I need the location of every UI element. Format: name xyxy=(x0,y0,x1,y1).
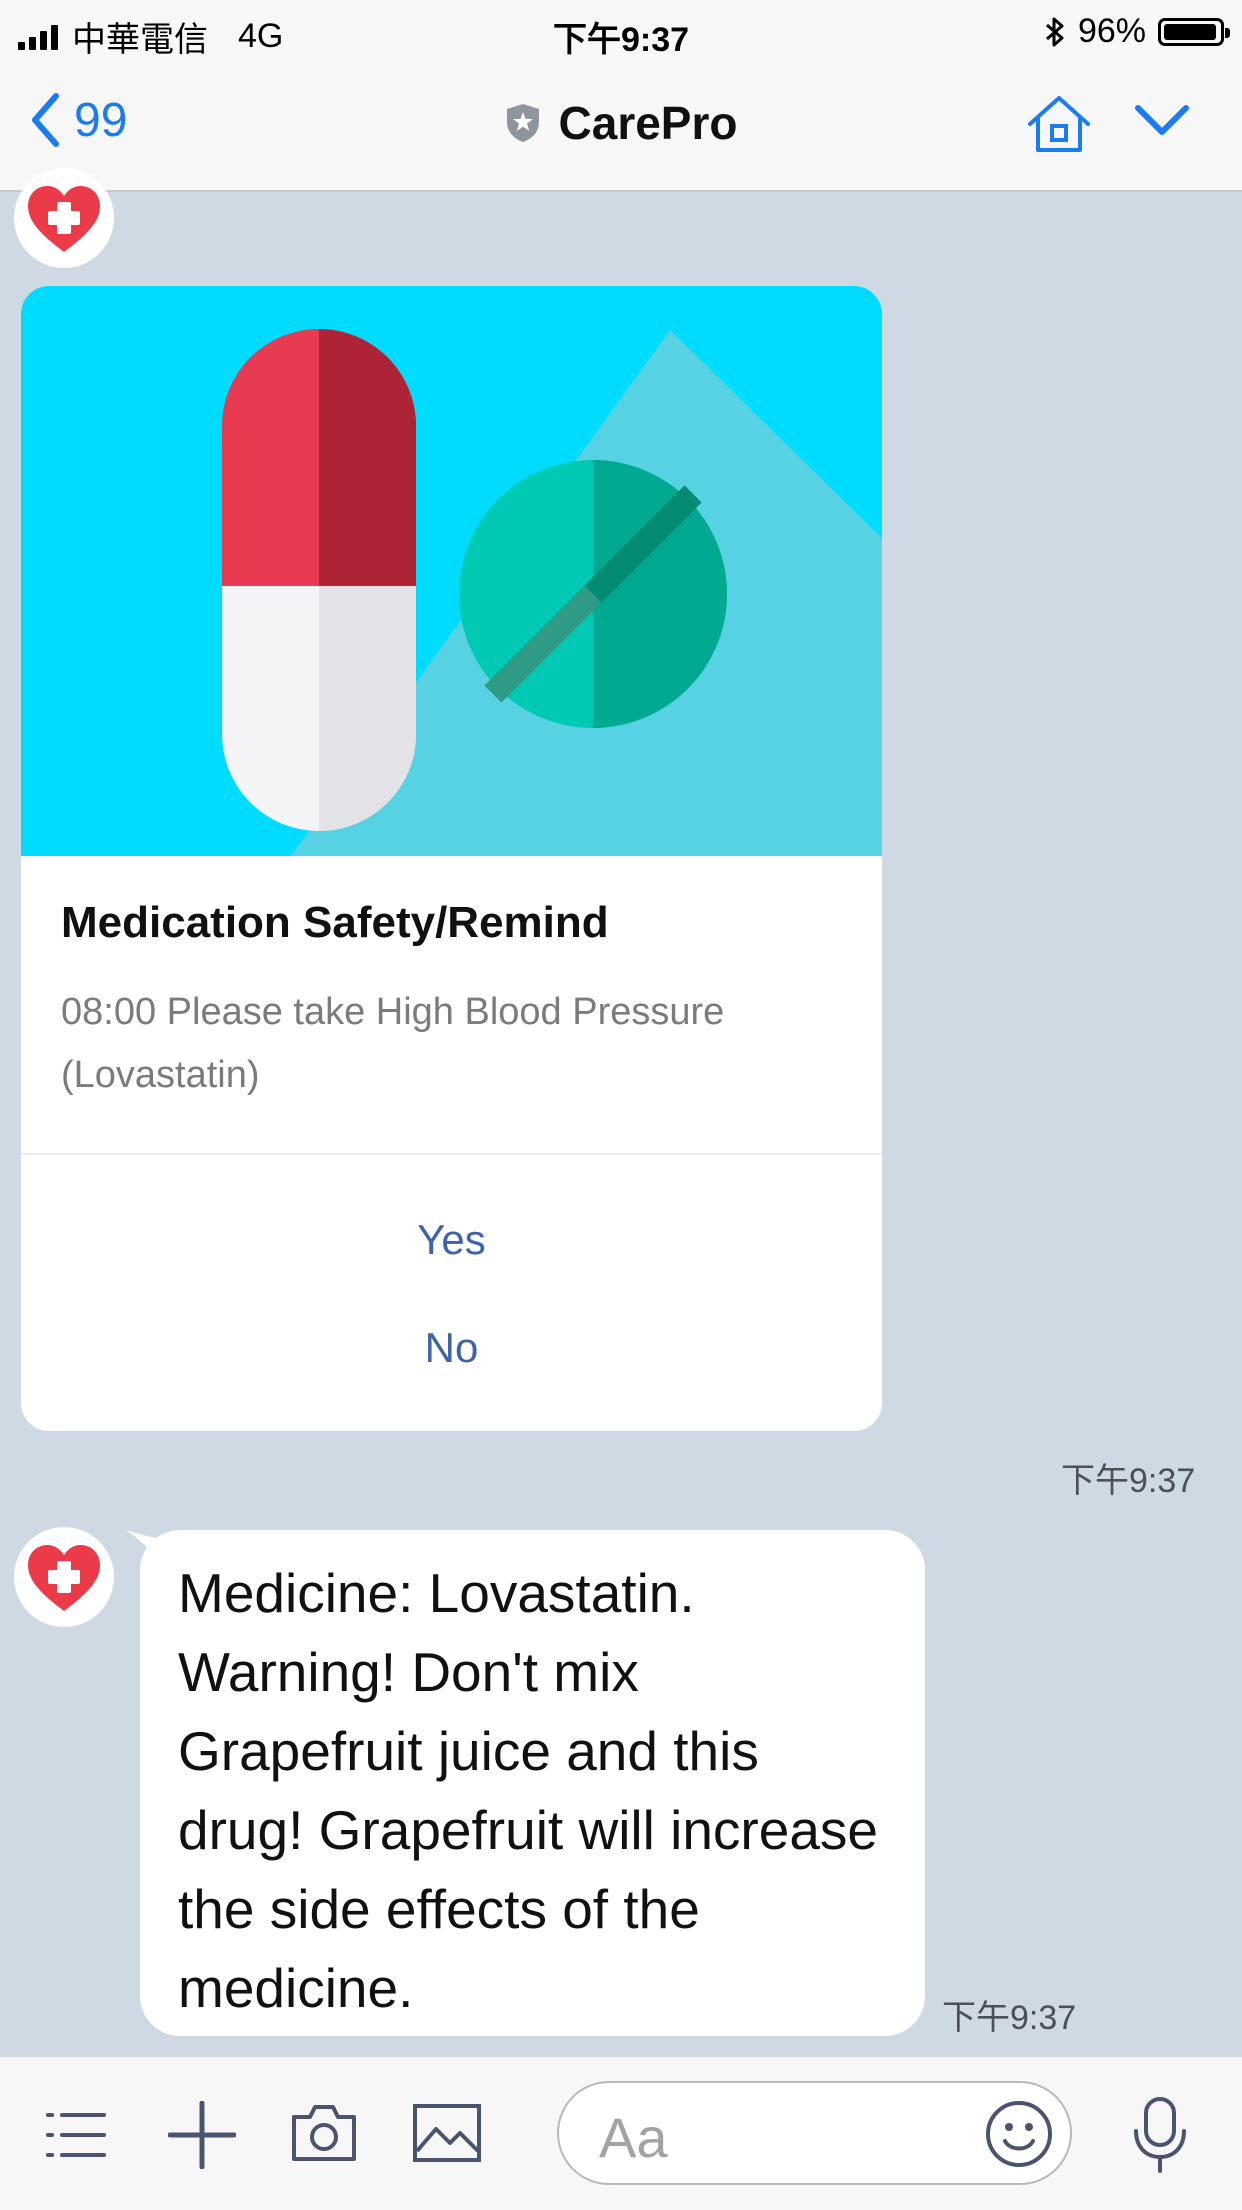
battery-icon xyxy=(1158,17,1230,46)
camera-button[interactable] xyxy=(288,2103,360,2168)
chevron-down-icon xyxy=(1135,105,1189,135)
shield-icon xyxy=(506,104,539,142)
card-hero-image xyxy=(21,286,882,856)
no-button[interactable]: No xyxy=(21,1324,882,1372)
status-bar: 中華電信 4G 下午9:37 96% xyxy=(0,0,1242,62)
card-divider xyxy=(21,1153,882,1155)
menu-icon xyxy=(46,2113,106,2157)
message-bubble: Medicine: Lovastatin. Warning! Don't mix… xyxy=(140,1530,925,2036)
chat-title-text: CarePro xyxy=(558,97,738,149)
home-icon xyxy=(1028,96,1090,152)
menu-button[interactable] xyxy=(44,2109,108,2166)
heart-cross-icon xyxy=(28,1545,100,1611)
bot-avatar[interactable] xyxy=(14,1527,114,1627)
bluetooth-icon xyxy=(1045,17,1064,46)
camera-icon xyxy=(292,2105,356,2161)
input-bar: Aa xyxy=(0,2055,1242,2210)
card-timestamp: 下午9:37 xyxy=(1061,1462,1196,1500)
emoji-icon xyxy=(986,2101,1052,2167)
bot-avatar[interactable] xyxy=(14,168,114,268)
home-button[interactable] xyxy=(1026,94,1092,159)
message-input[interactable]: Aa xyxy=(557,2081,1072,2185)
microphone-icon xyxy=(1134,2097,1186,2173)
pills-illustration xyxy=(222,329,882,856)
medication-card: Medication Safety/Remind 08:00 Please ta… xyxy=(21,286,882,1431)
heart-cross-icon xyxy=(28,186,100,252)
message-timestamp: 下午9:37 xyxy=(942,1999,1077,2037)
image-button[interactable] xyxy=(412,2103,482,2168)
yes-button[interactable]: Yes xyxy=(21,1216,882,1264)
emoji-button[interactable] xyxy=(984,2099,1054,2174)
image-icon xyxy=(413,2104,481,2162)
expand-menu-button[interactable] xyxy=(1132,102,1192,143)
nav-bar: 99 CarePro xyxy=(0,62,1242,192)
message-input-placeholder: Aa xyxy=(599,2106,668,2169)
microphone-button[interactable] xyxy=(1130,2095,1190,2180)
card-title: Medication Safety/Remind xyxy=(61,898,609,947)
battery-percent: 96% xyxy=(1077,12,1146,50)
card-description: 08:00 Please take High Blood Pressure (L… xyxy=(61,991,725,1096)
add-button[interactable] xyxy=(167,2100,237,2174)
plus-icon xyxy=(167,2100,237,2170)
